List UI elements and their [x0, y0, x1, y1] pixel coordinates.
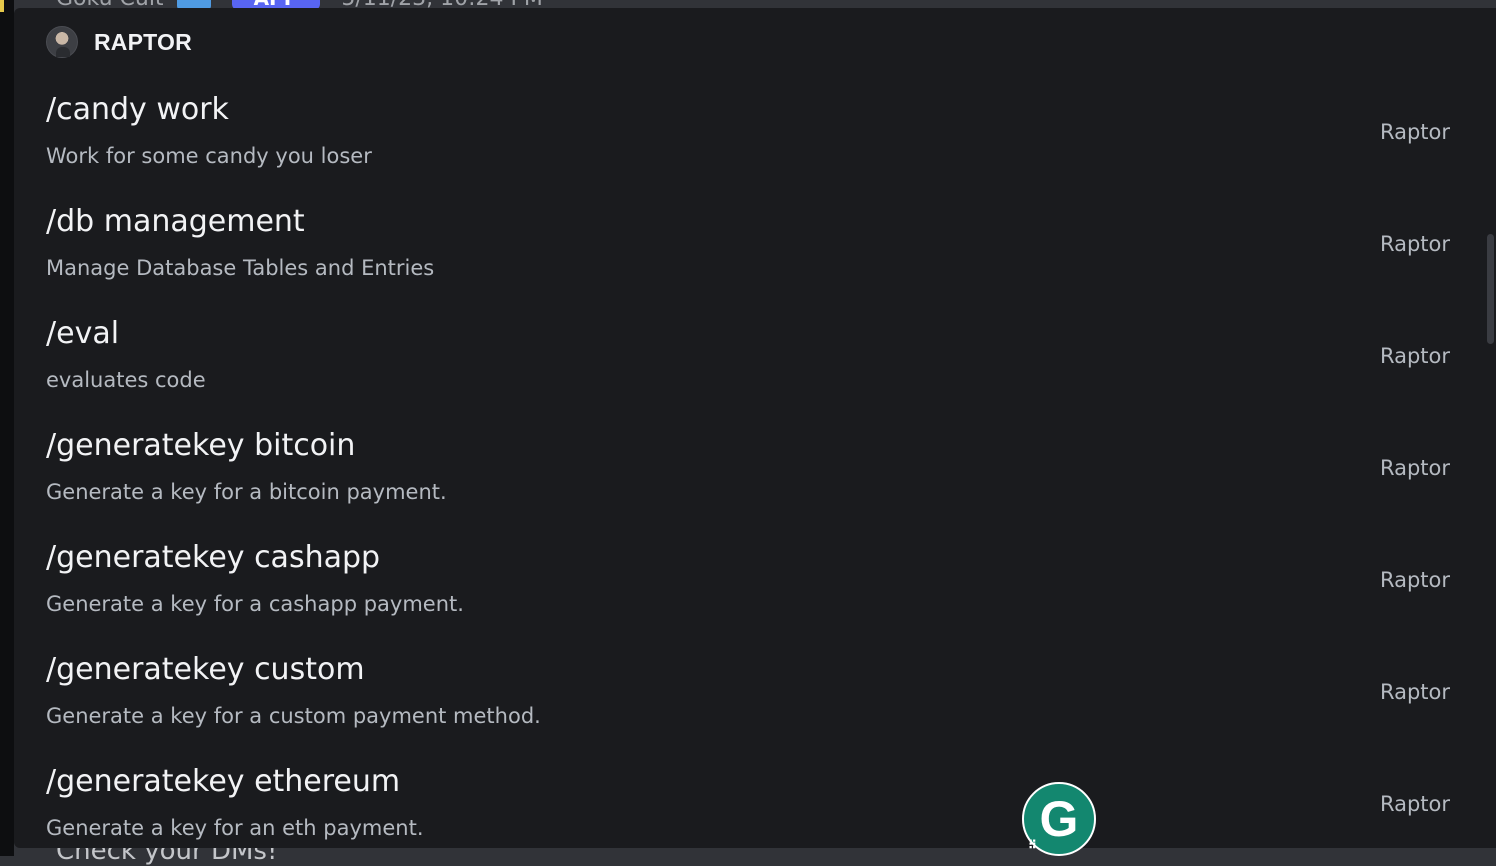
command-item[interactable]: /candy work Work for some candy you lose… — [14, 86, 1484, 198]
command-description: Manage Database Tables and Entries — [46, 256, 435, 280]
scrollbar-track[interactable] — [1482, 8, 1496, 848]
command-description: Generate a key for a bitcoin payment. — [46, 480, 447, 504]
command-name: /generatekey bitcoin — [46, 428, 356, 463]
bot-avatar — [46, 26, 78, 58]
command-source: Raptor — [1379, 232, 1450, 256]
command-item[interactable]: /eval evaluates code Raptor — [14, 310, 1484, 422]
command-description: Generate a key for a cashapp payment. — [46, 592, 464, 616]
slash-command-popup: RAPTOR /candy work Work for some candy y… — [14, 8, 1496, 848]
command-description: evaluates code — [46, 368, 206, 392]
command-list: /candy work Work for some candy you lose… — [14, 86, 1484, 848]
command-name: /candy work — [46, 92, 229, 127]
command-description: Work for some candy you loser — [46, 144, 372, 168]
command-source: Raptor — [1379, 344, 1450, 368]
command-name: /db management — [46, 204, 305, 239]
command-name: /generatekey ethereum — [46, 764, 401, 799]
command-name: /eval — [46, 316, 120, 351]
command-description: Generate a key for a custom payment meth… — [46, 704, 541, 728]
command-description: Generate a key for an eth payment. — [46, 816, 424, 840]
command-source: Raptor — [1379, 120, 1450, 144]
command-source: Raptor — [1379, 792, 1450, 816]
command-name: /generatekey cashapp — [46, 540, 381, 575]
grammarly-letter: G — [1039, 791, 1079, 847]
drag-grip-icon[interactable]: ⠿ — [1028, 838, 1037, 852]
command-source: Raptor — [1379, 568, 1450, 592]
popup-header: RAPTOR — [46, 26, 192, 58]
command-item[interactable]: /generatekey cashapp Generate a key for … — [14, 534, 1484, 646]
bot-name-heading: RAPTOR — [94, 28, 192, 55]
command-item[interactable]: /generatekey ethereum Generate a key for… — [14, 758, 1484, 848]
grammarly-icon[interactable]: G ⠿ — [1022, 782, 1096, 856]
command-name: /generatekey custom — [46, 652, 365, 687]
command-source: Raptor — [1379, 680, 1450, 704]
scrollbar-thumb[interactable] — [1487, 234, 1494, 344]
command-source: Raptor — [1379, 456, 1450, 480]
window-left-edge — [0, 0, 14, 856]
command-item[interactable]: /generatekey bitcoin Generate a key for … — [14, 422, 1484, 534]
command-item[interactable]: /generatekey custom Generate a key for a… — [14, 646, 1484, 758]
command-item[interactable]: /db management Manage Database Tables an… — [14, 198, 1484, 310]
